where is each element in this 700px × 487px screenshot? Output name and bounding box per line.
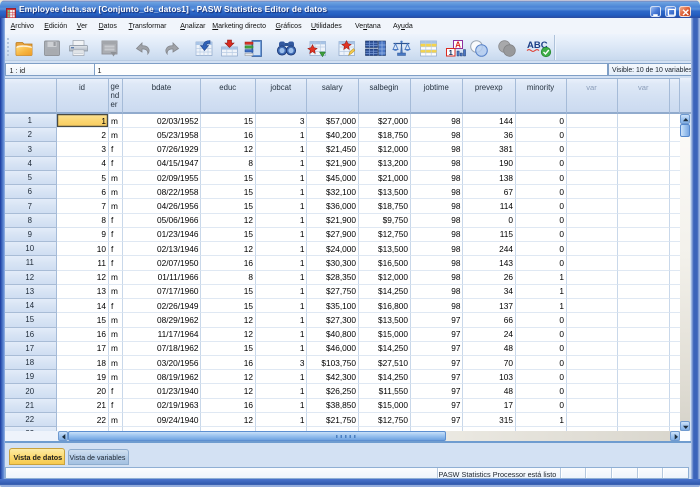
- svg-text:A: A: [455, 40, 461, 49]
- svg-text:1: 1: [449, 47, 453, 56]
